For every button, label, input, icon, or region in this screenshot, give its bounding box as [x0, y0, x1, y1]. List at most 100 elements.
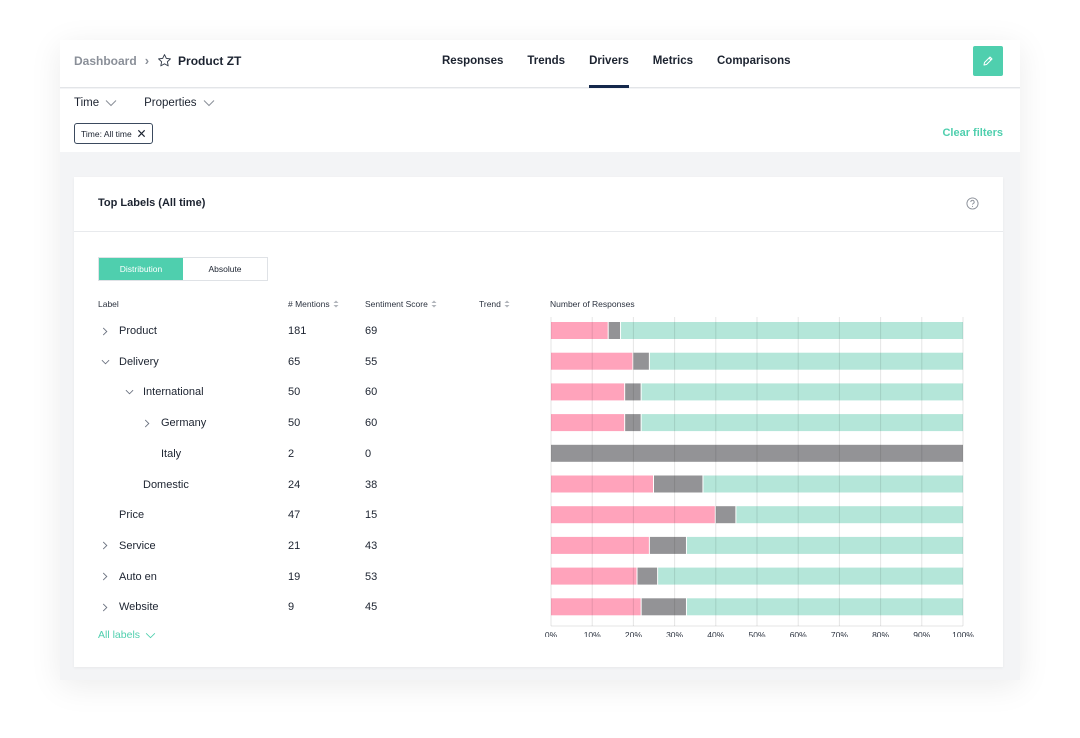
- column-header-label: Label: [98, 299, 119, 309]
- bar-neutral-service[interactable]: [649, 536, 686, 554]
- row-label: Domestic: [122, 477, 189, 493]
- bar-negative-domestic[interactable]: [551, 475, 653, 493]
- chevron-down-icon[interactable]: [98, 359, 112, 365]
- row-label: Service: [98, 538, 156, 554]
- row-sentiment: 55: [365, 355, 378, 368]
- chevron-right-icon[interactable]: [98, 572, 112, 581]
- x-tick-label: 40%: [707, 630, 724, 637]
- row-mentions: 181: [288, 325, 307, 337]
- bar-negative-website[interactable]: [551, 598, 641, 616]
- column-header-mentions[interactable]: # Mentions: [288, 299, 339, 309]
- row-label-text: Italy: [161, 447, 182, 460]
- row-sentiment: 69: [365, 325, 378, 337]
- tab-comparisons[interactable]: Comparisons: [705, 40, 803, 88]
- row-sentiment: 53: [365, 570, 378, 583]
- row-label: International: [122, 384, 204, 400]
- column-header-sentiment-text: Sentiment Score: [365, 299, 428, 309]
- tab-responses[interactable]: Responses: [430, 40, 515, 88]
- bar-positive-product[interactable]: [621, 322, 963, 339]
- bar-positive-price[interactable]: [736, 506, 963, 524]
- bar-neutral-website[interactable]: [641, 598, 686, 616]
- view-toggle: Distribution Absolute: [98, 257, 268, 281]
- row-label-text: Domestic: [143, 478, 189, 491]
- filter-chip-time: Time: All time: [74, 123, 153, 144]
- app-window: Dashboard › Product ZT Responses Trends …: [60, 40, 1020, 680]
- row-sentiment: 43: [365, 539, 378, 552]
- column-header-mentions-text: # Mentions: [288, 299, 330, 309]
- bar-negative-product[interactable]: [551, 322, 608, 339]
- chevron-down-icon: [145, 632, 156, 638]
- row-label: Website: [98, 599, 159, 615]
- row-label-text: Delivery: [119, 355, 159, 368]
- row-mentions: 47: [288, 509, 301, 522]
- toggle-absolute[interactable]: Absolute: [183, 258, 267, 280]
- row-mentions: 24: [288, 478, 301, 491]
- row-label-text: Auto en: [119, 570, 157, 583]
- chevron-down-icon: [105, 100, 117, 107]
- chevron-right-icon: ›: [144, 53, 150, 68]
- column-header-label-text: Label: [98, 299, 119, 309]
- chevron-right-icon[interactable]: [140, 419, 154, 428]
- filter-bar: Time Properties Time: All time Clear fil…: [60, 89, 1020, 152]
- row-mentions: 65: [288, 355, 301, 368]
- row-sentiment: 60: [365, 386, 378, 399]
- row-label: Germany: [140, 415, 206, 431]
- breadcrumb-current: Product ZT: [178, 53, 242, 68]
- toggle-distribution[interactable]: Distribution: [99, 258, 183, 280]
- breadcrumb-dashboard-link[interactable]: Dashboard: [74, 54, 137, 68]
- chevron-down-icon: [203, 100, 214, 107]
- bar-positive-delivery[interactable]: [649, 352, 963, 370]
- bar-negative-germany[interactable]: [551, 414, 625, 432]
- card-title: Top Labels (All time): [98, 197, 206, 209]
- column-header-trend[interactable]: Trend: [479, 299, 510, 309]
- chevron-right-icon[interactable]: [98, 327, 112, 336]
- help-icon[interactable]: [966, 197, 979, 215]
- properties-dropdown[interactable]: Properties: [144, 97, 214, 109]
- edit-button[interactable]: [973, 46, 1003, 76]
- bar-negative-service[interactable]: [551, 536, 649, 554]
- all-labels-button[interactable]: All labels: [98, 629, 156, 641]
- tab-drivers[interactable]: Drivers: [577, 40, 641, 88]
- chevron-right-icon[interactable]: [98, 603, 112, 612]
- row-label: Price: [98, 507, 144, 523]
- chevron-right-icon[interactable]: [98, 541, 112, 550]
- tab-metrics[interactable]: Metrics: [641, 40, 705, 88]
- bar-positive-international[interactable]: [641, 383, 963, 401]
- tab-trends[interactable]: Trends: [515, 40, 577, 88]
- pencil-icon: [983, 56, 993, 66]
- sort-icon: [333, 300, 339, 308]
- row-mentions: 19: [288, 570, 301, 583]
- bar-neutral-product[interactable]: [608, 322, 621, 339]
- bar-negative-international[interactable]: [551, 383, 625, 401]
- bar-neutral-price[interactable]: [715, 506, 736, 524]
- row-sentiment: 60: [365, 417, 378, 430]
- column-header-responses: Number of Responses: [550, 299, 635, 309]
- bar-positive-domestic[interactable]: [703, 475, 963, 493]
- column-header-sentiment[interactable]: Sentiment Score: [365, 299, 437, 309]
- bar-positive-auto-en[interactable]: [658, 567, 963, 585]
- sort-icon: [431, 300, 437, 308]
- bar-neutral-delivery[interactable]: [633, 352, 649, 370]
- x-tick-label: 50%: [748, 630, 765, 637]
- close-icon[interactable]: [137, 129, 146, 138]
- row-label-text: Product: [119, 325, 157, 337]
- bar-positive-germany[interactable]: [641, 414, 963, 432]
- star-icon[interactable]: [157, 53, 172, 68]
- bar-neutral-domestic[interactable]: [654, 475, 703, 493]
- column-header-trend-text: Trend: [479, 299, 501, 309]
- top-labels-card: Top Labels (All time) Distribution Absol…: [74, 177, 1003, 667]
- bar-negative-auto-en[interactable]: [551, 567, 637, 585]
- row-sentiment: 15: [365, 509, 378, 522]
- x-tick-label: 80%: [872, 630, 889, 637]
- clear-filters-button[interactable]: Clear filters: [942, 127, 1003, 139]
- bar-neutral-auto-en[interactable]: [637, 567, 658, 585]
- row-label: Product: [98, 323, 157, 339]
- chevron-down-icon[interactable]: [122, 389, 136, 395]
- time-dropdown[interactable]: Time: [74, 97, 117, 109]
- row-label: Italy: [140, 446, 181, 462]
- row-label-text: Price: [119, 509, 145, 522]
- responses-chart: 0% 10% 20% 30% 40% 50% 60% 70% 80% 90% 100%: [545, 317, 974, 637]
- column-header-responses-text: Number of Responses: [550, 299, 635, 309]
- x-tick-label: 70%: [831, 630, 848, 637]
- x-tick-label: 0%: [545, 630, 558, 637]
